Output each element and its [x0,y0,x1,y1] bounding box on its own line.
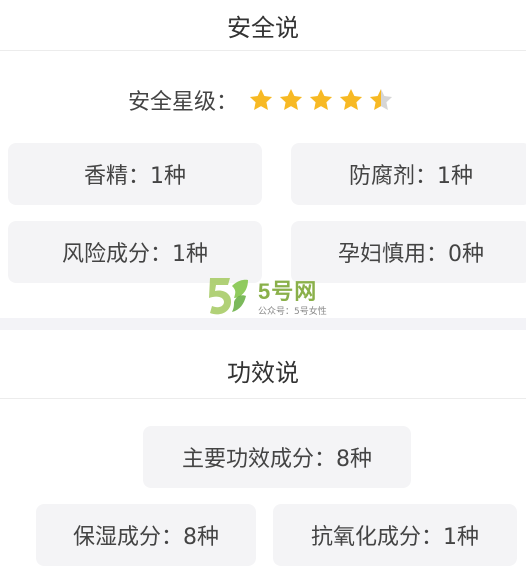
tag-fragrance[interactable]: 香精：1种 [8,143,262,205]
watermark-name: 5号网 [258,279,318,304]
star-icon [249,88,273,110]
watermark-subtitle: 公众号：5号女性 [258,307,327,317]
star-rating [248,87,398,113]
tag-antioxidant-label: 抗氧化成分：1种 [311,525,479,550]
tag-preservative[interactable]: 防腐剂：1种 [291,143,526,205]
tag-fragrance-label: 香精：1种 [84,164,186,189]
tag-risk-ingredients-label: 风险成分：1种 [62,242,208,267]
star-icon [279,88,303,110]
safety-rating-label: 安全星级： [127,90,238,115]
star-icon [369,88,393,110]
tag-moisturizing[interactable]: 保湿成分：8种 [36,504,256,566]
tag-main-efficacy-label: 主要功效成分：8种 [182,447,372,472]
efficacy-section: 功效说 主要功效成分：8种 保湿成分：8种 抗氧化成分：1种 [0,330,526,588]
star-icon [339,88,363,110]
tag-moisturizing-label: 保湿成分：8种 [73,525,219,550]
watermark: 5号网 公众号：5号女性 [196,268,346,320]
tag-pregnancy-caution-label: 孕妇慎用：0种 [338,242,484,267]
tag-preservative-label: 防腐剂：1种 [349,164,473,189]
tag-antioxidant[interactable]: 抗氧化成分：1种 [273,504,517,566]
leaf-logo-icon [209,278,248,315]
safety-title: 安全说 [0,0,526,51]
safety-rating: 安全星级： [0,80,526,120]
star-icon [309,88,333,110]
tag-main-efficacy[interactable]: 主要功效成分：8种 [143,426,411,488]
efficacy-title: 功效说 [0,342,526,399]
